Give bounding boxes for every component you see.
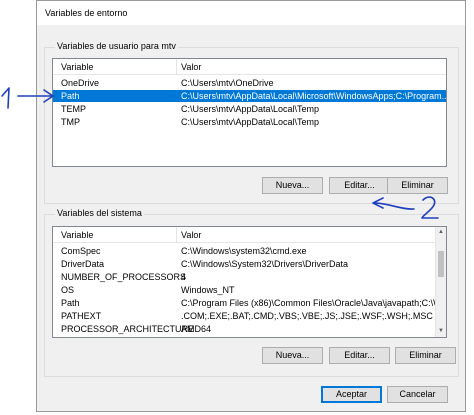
- annotation-digit-one-stroke: [1, 87, 10, 109]
- annotation-digit-two-stroke: [421, 196, 439, 219]
- handwritten-annotations: [1, 87, 439, 219]
